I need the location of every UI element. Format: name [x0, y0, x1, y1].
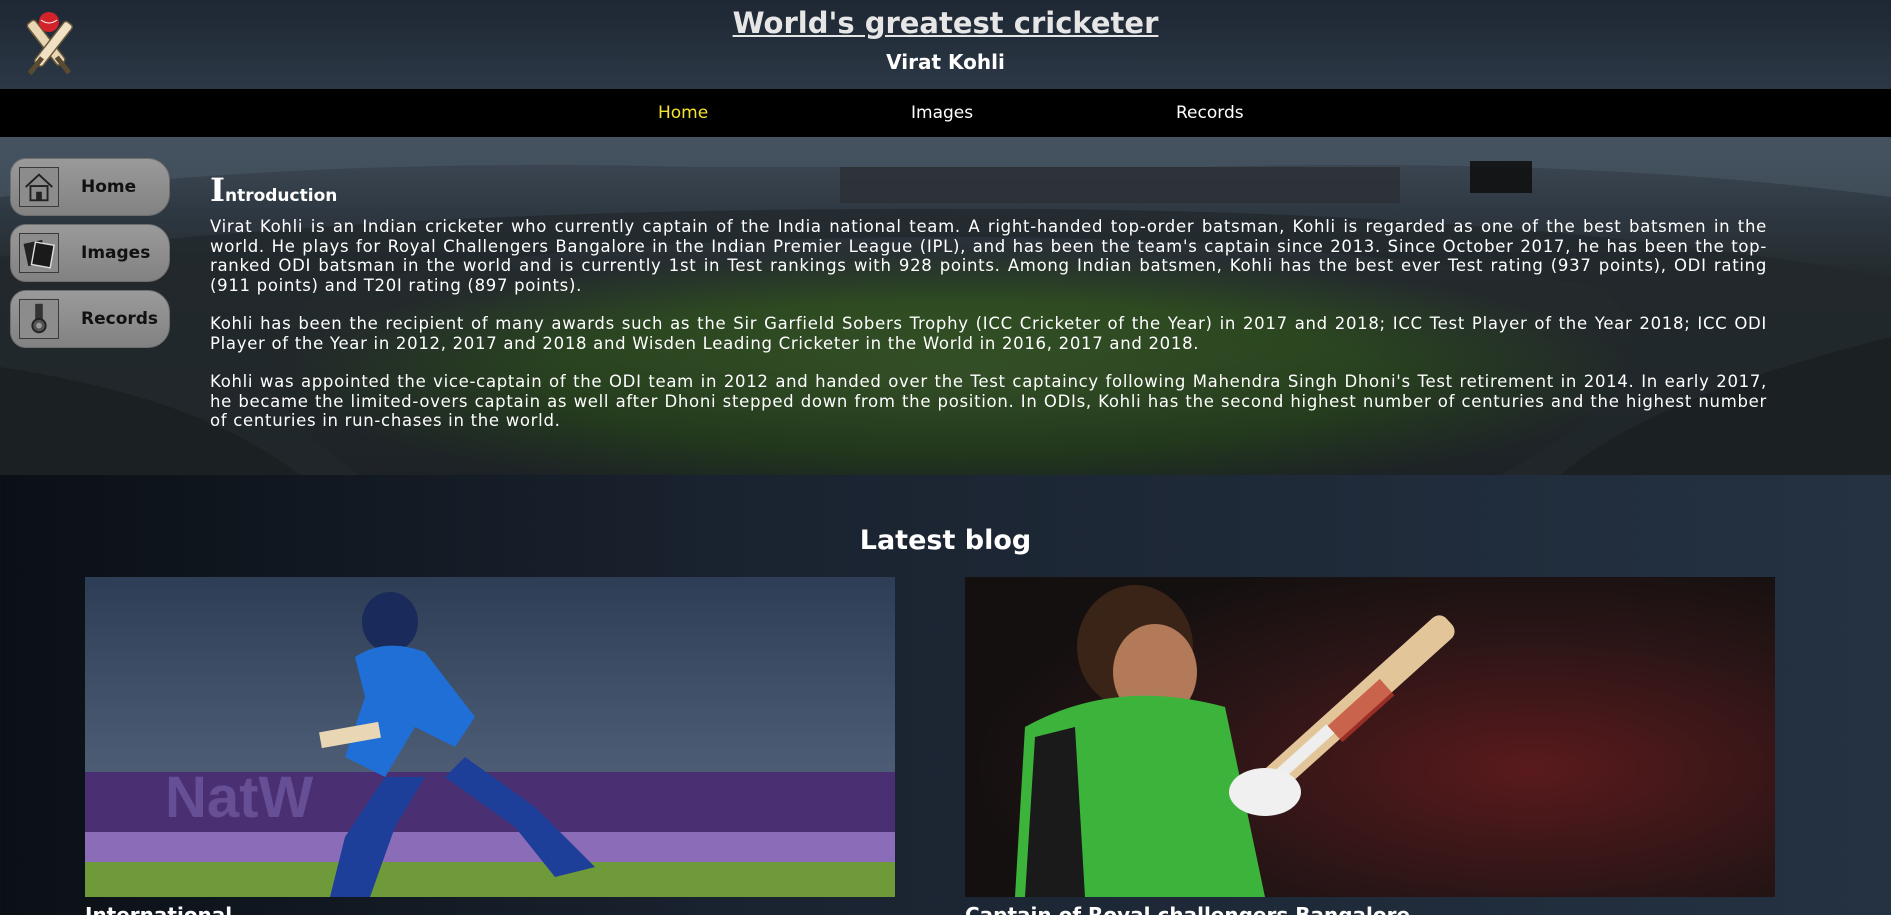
nav-records[interactable]: Records	[1176, 103, 1244, 123]
blog-card-caption[interactable]: International	[85, 903, 232, 915]
home-icon	[19, 167, 59, 207]
sidebar-item-images[interactable]: Images	[10, 224, 170, 282]
sidebar-item-label: Records	[81, 309, 159, 329]
kohli-celebrating-rcb-photo	[965, 577, 1775, 897]
intro-text: Virat Kohli is an Indian cricketer who c…	[210, 217, 1767, 450]
intro-paragraph: Kohli was appointed the vice-captain of …	[210, 372, 1767, 430]
site-title: World's greatest cricketer	[732, 6, 1159, 40]
nav-home[interactable]: Home	[658, 103, 708, 123]
blog-card-rcb-captain[interactable]	[965, 577, 1775, 897]
intro-heading: Introduction	[210, 171, 337, 209]
blog-card-caption[interactable]: Captain of Royal challengers Bangalore	[965, 903, 1410, 915]
medal-icon	[19, 299, 59, 339]
top-nav: Home Images Records	[0, 89, 1891, 137]
site-header: World's greatest cricketer Virat Kohli	[0, 0, 1891, 89]
sidebar-item-home[interactable]: Home	[10, 158, 170, 216]
sidebar-item-records[interactable]: Records	[10, 290, 170, 348]
sidebar-item-label: Home	[81, 177, 137, 197]
kohli-batting-india-photo: NatW	[85, 577, 895, 897]
blog-card-international[interactable]: NatW	[85, 577, 895, 897]
intro-paragraph: Kohli has been the recipient of many awa…	[210, 314, 1767, 353]
intro-heading-dropcap: I	[210, 171, 225, 209]
intro-section: Home Images Records Introduction Virat K…	[0, 137, 1891, 475]
blog-title: Latest blog	[859, 525, 1032, 556]
sidebar-item-label: Images	[81, 243, 151, 263]
nav-images[interactable]: Images	[911, 103, 973, 123]
intro-heading-rest: ntroduction	[224, 186, 338, 206]
intro-paragraph: Virat Kohli is an Indian cricketer who c…	[210, 217, 1767, 295]
images-icon	[19, 233, 59, 273]
site-subtitle: Virat Kohli	[886, 50, 1005, 74]
svg-text:NatW: NatW	[165, 765, 313, 830]
